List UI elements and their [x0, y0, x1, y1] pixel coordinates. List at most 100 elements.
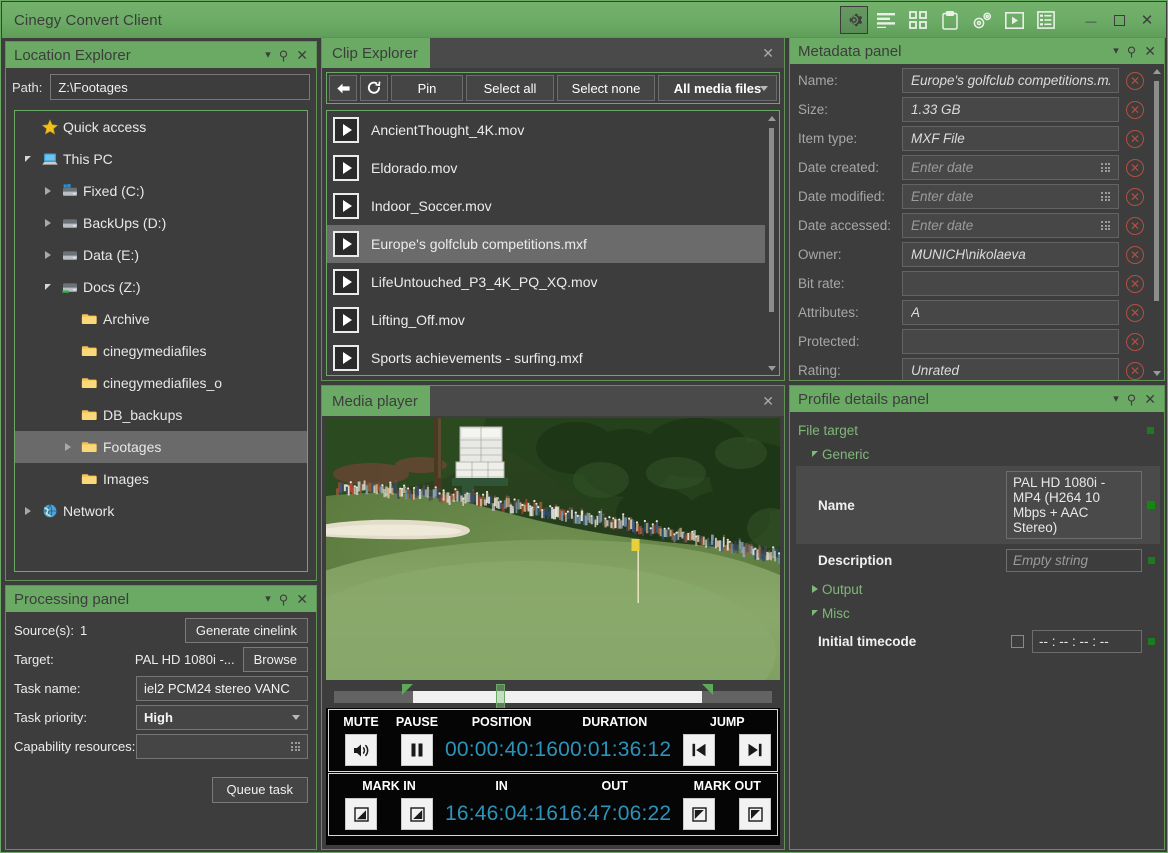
metadata-input[interactable]: Unrated [902, 358, 1119, 380]
tree-item-data-e[interactable]: Data (E:) [15, 239, 307, 271]
mute-button[interactable] [345, 734, 377, 766]
initial-timecode-checkbox[interactable] [1011, 635, 1024, 648]
profile-name-value[interactable]: PAL HD 1080i - MP4 (H264 10 Mbps + AAC S… [1006, 471, 1142, 539]
tree-item-backups-d[interactable]: BackUps (D:) [15, 207, 307, 239]
clear-field-button[interactable]: ✕ [1126, 362, 1144, 380]
clear-field-button[interactable]: ✕ [1126, 304, 1144, 322]
list-icon[interactable] [872, 6, 900, 34]
close-icon[interactable]: ✕ [762, 393, 784, 410]
pin-icon[interactable]: ⚲ [279, 593, 289, 606]
tree-item-this-pc[interactable]: This PC [15, 143, 307, 175]
gears-icon[interactable] [968, 6, 996, 34]
tab-clip-explorer[interactable]: Clip Explorer [322, 38, 430, 68]
expander-icon[interactable] [808, 610, 822, 616]
tree-item-quick-access[interactable]: Quick access [15, 111, 307, 143]
clear-field-button[interactable]: ✕ [1126, 159, 1144, 177]
clear-field-button[interactable]: ✕ [1126, 217, 1144, 235]
select-all-button[interactable]: Select all [466, 75, 554, 101]
calendar-grip-icon[interactable] [1101, 192, 1110, 201]
tree-item-fixed-c[interactable]: Fixed (C:) [15, 175, 307, 207]
section-output[interactable]: Output [796, 577, 1160, 601]
go-to-in-button[interactable] [401, 798, 433, 830]
clip-list[interactable]: AncientThought_4K.mov Eldorado.mov Indoor_… [326, 110, 780, 376]
chevron-down-icon[interactable]: ▾ [265, 50, 271, 61]
location-tree[interactable]: Quick access This PC Fixed (C:) BackUps (D:… [14, 110, 308, 572]
clear-field-button[interactable]: ✕ [1126, 72, 1144, 90]
clear-field-button[interactable]: ✕ [1126, 101, 1144, 119]
clear-field-button[interactable]: ✕ [1126, 275, 1144, 293]
details-icon[interactable] [1032, 6, 1060, 34]
mark-out-button[interactable] [739, 798, 771, 830]
scroll-down-arrow[interactable] [765, 362, 778, 374]
pin-icon[interactable]: ⚲ [1127, 45, 1137, 58]
video-preview[interactable] [326, 418, 780, 680]
close-icon[interactable]: ✕ [762, 45, 784, 62]
mark-out-marker[interactable] [702, 684, 713, 695]
metadata-input[interactable]: Enter date [902, 213, 1119, 238]
close-icon[interactable]: ✕ [1144, 44, 1156, 58]
expand-icon[interactable] [39, 219, 57, 227]
scrollbar-thumb[interactable] [1154, 81, 1159, 301]
go-to-out-button[interactable] [683, 798, 715, 830]
browse-button[interactable]: Browse [243, 647, 308, 672]
playhead-handle[interactable] [496, 684, 505, 710]
gear-icon[interactable] [840, 6, 868, 34]
section-misc[interactable]: Misc [796, 601, 1160, 625]
pin-button[interactable]: Pin [391, 75, 463, 101]
section-file-target[interactable]: File target [796, 418, 1160, 442]
clip-list-item[interactable]: Europe's golfclub competitions.mxf [327, 225, 765, 263]
scroll-up-arrow[interactable] [765, 112, 778, 124]
metadata-input[interactable] [902, 329, 1119, 354]
expand-icon[interactable] [59, 443, 77, 451]
scrub-bar-area[interactable] [326, 682, 780, 706]
mark-in-button[interactable] [345, 798, 377, 830]
clip-list-item[interactable]: Lifting_Off.mov [327, 301, 765, 339]
calendar-grip-icon[interactable] [1101, 163, 1110, 172]
tree-item-db-backups[interactable]: DB_backups [15, 399, 307, 431]
clear-field-button[interactable]: ✕ [1126, 333, 1144, 351]
jump-to-start-button[interactable] [683, 734, 715, 766]
collapse-icon[interactable] [19, 156, 37, 162]
tree-item-archive[interactable]: Archive [15, 303, 307, 335]
section-generic[interactable]: Generic [796, 442, 1160, 466]
close-button[interactable]: ✕ [1134, 6, 1160, 34]
scroll-up-arrow[interactable] [1150, 65, 1163, 77]
clipboard-icon[interactable] [936, 6, 964, 34]
metadata-input[interactable]: MUNICH\nikolaeva [902, 242, 1119, 267]
metadata-input[interactable]: 1.33 GB [902, 97, 1119, 122]
grid-icon[interactable] [904, 6, 932, 34]
scroll-down-arrow[interactable] [1150, 367, 1163, 379]
back-button[interactable] [329, 75, 357, 101]
expand-icon[interactable] [39, 187, 57, 195]
initial-timecode-value[interactable]: -- : -- : -- : -- [1032, 630, 1142, 653]
tab-media-player[interactable]: Media player [322, 386, 430, 416]
refresh-button[interactable] [360, 75, 388, 101]
jump-to-end-button[interactable] [739, 734, 771, 766]
calendar-grip-icon[interactable] [1101, 221, 1110, 230]
minimize-button[interactable]: — [1078, 6, 1104, 34]
tree-item-cinegymediafiles-o[interactable]: cinegymediafiles_o [15, 367, 307, 399]
tree-item-docs-z[interactable]: Docs (Z:) [15, 271, 307, 303]
chevron-down-icon[interactable]: ▾ [1113, 46, 1119, 57]
tree-item-footages[interactable]: Footages [15, 431, 307, 463]
scrub-track[interactable] [334, 691, 772, 703]
clip-list-item[interactable]: LifeUntouched_P3_4K_PQ_XQ.mov [327, 263, 765, 301]
pause-button[interactable] [401, 734, 433, 766]
tree-item-images[interactable]: Images [15, 463, 307, 495]
media-filter-select[interactable]: All media files [658, 75, 777, 101]
chevron-down-icon[interactable]: ▾ [265, 594, 271, 605]
clip-list-item[interactable]: Indoor_Soccer.mov [327, 187, 765, 225]
pin-icon[interactable]: ⚲ [1127, 393, 1137, 406]
close-icon[interactable]: ✕ [296, 592, 308, 606]
metadata-input[interactable]: MXF File [902, 126, 1119, 151]
clip-list-item[interactable]: Eldorado.mov [327, 149, 765, 187]
expand-icon[interactable] [39, 251, 57, 259]
metadata-input[interactable]: Enter date [902, 184, 1119, 209]
scrollbar-thumb[interactable] [769, 128, 774, 312]
select-none-button[interactable]: Select none [557, 75, 655, 101]
queue-task-button[interactable]: Queue task [212, 777, 309, 803]
metadata-input[interactable] [902, 271, 1119, 296]
clip-list-item[interactable]: AncientThought_4K.mov [327, 111, 765, 149]
tree-item-cinegymediafiles[interactable]: cinegymediafiles [15, 335, 307, 367]
clear-field-button[interactable]: ✕ [1126, 188, 1144, 206]
